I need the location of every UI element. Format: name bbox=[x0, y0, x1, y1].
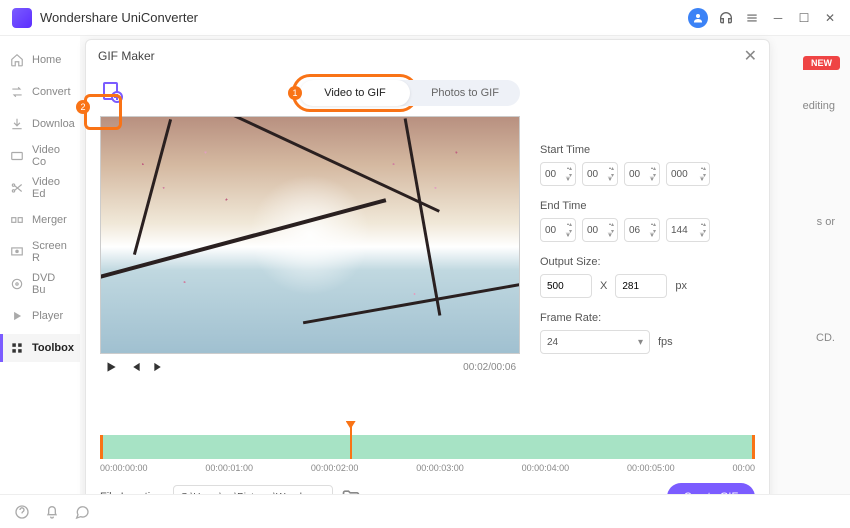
sidebar-item-label: Home bbox=[32, 54, 61, 66]
compress-icon bbox=[10, 149, 24, 163]
sidebar-item-label: Player bbox=[32, 310, 63, 322]
modal-title: GIF Maker bbox=[98, 49, 155, 63]
modal-header: GIF Maker ✕ bbox=[86, 40, 769, 72]
sidebar-item-label: DVD Bu bbox=[32, 272, 70, 296]
new-badge: NEW bbox=[803, 56, 840, 70]
sidebar-item-label: Convert bbox=[32, 86, 71, 98]
start-hour-spinner[interactable]: 00▴▾ bbox=[540, 162, 576, 186]
tab-group: Video to GIF Photos to GIF bbox=[300, 80, 520, 106]
sidebar: Home Convert Downloa Video Co Video Ed M… bbox=[0, 36, 80, 494]
hamburger-icon bbox=[745, 11, 759, 25]
sidebar-item-label: Video Ed bbox=[32, 176, 70, 200]
app-title: Wondershare UniConverter bbox=[40, 10, 198, 25]
sidebar-item-label: Video Co bbox=[32, 144, 70, 168]
timeline[interactable] bbox=[100, 435, 755, 459]
video-preview[interactable] bbox=[100, 116, 520, 354]
tab-photos-to-gif[interactable]: Photos to GIF bbox=[410, 80, 520, 106]
support-button[interactable] bbox=[718, 10, 734, 26]
person-icon bbox=[692, 12, 704, 24]
callout-badge-2: 2 bbox=[76, 100, 90, 114]
end-sec-spinner[interactable]: 06▴▾ bbox=[624, 218, 660, 242]
framerate-label: Frame Rate: bbox=[540, 312, 755, 324]
output-width-input[interactable] bbox=[540, 274, 592, 298]
notifications-button[interactable] bbox=[44, 504, 60, 520]
framerate-select[interactable]: 24 bbox=[540, 330, 650, 354]
sidebar-item-player[interactable]: Player bbox=[0, 302, 80, 330]
timeline-area: 00:00:00:00 00:00:01:00 00:00:02:00 00:0… bbox=[100, 435, 755, 473]
sidebar-item-label: Toolbox bbox=[32, 342, 74, 354]
merge-icon bbox=[10, 213, 24, 227]
tab-video-to-gif[interactable]: Video to GIF bbox=[300, 80, 410, 106]
titlebar: Wondershare UniConverter ─ ☐ ✕ bbox=[0, 0, 850, 36]
modal-close-button[interactable]: ✕ bbox=[744, 46, 757, 66]
sidebar-item-label: Merger bbox=[32, 214, 67, 226]
sidebar-item-label: Downloa bbox=[32, 118, 75, 130]
menu-button[interactable] bbox=[744, 10, 760, 26]
sidebar-item-merger[interactable]: Merger bbox=[0, 206, 80, 234]
sidebar-item-dvdburn[interactable]: DVD Bu bbox=[0, 270, 80, 298]
truncated-text: editing bbox=[803, 100, 835, 112]
play-button[interactable] bbox=[104, 360, 118, 374]
home-icon bbox=[10, 53, 24, 67]
bottombar bbox=[0, 494, 850, 528]
output-size-label: Output Size: bbox=[540, 256, 755, 268]
sidebar-item-videoedit[interactable]: Video Ed bbox=[0, 174, 80, 202]
sidebar-item-toolbox[interactable]: Toolbox bbox=[0, 334, 80, 362]
sidebar-item-videocompress[interactable]: Video Co bbox=[0, 142, 80, 170]
next-frame-button[interactable] bbox=[152, 360, 166, 374]
start-sec-spinner[interactable]: 00▴▾ bbox=[624, 162, 660, 186]
convert-icon bbox=[10, 85, 24, 99]
playhead[interactable] bbox=[350, 425, 352, 459]
timeline-ticks: 00:00:00:00 00:00:01:00 00:00:02:00 00:0… bbox=[100, 463, 755, 473]
feedback-button[interactable] bbox=[74, 504, 90, 520]
app-logo bbox=[12, 8, 32, 28]
start-time-label: Start Time bbox=[540, 144, 755, 156]
end-min-spinner[interactable]: 00▴▾ bbox=[582, 218, 618, 242]
maximize-button[interactable]: ☐ bbox=[796, 10, 812, 26]
sidebar-item-home[interactable]: Home bbox=[0, 46, 80, 74]
settings-panel: Start Time 00▴▾ 00▴▾ 00▴▾ 000▴▾ End Time… bbox=[540, 116, 755, 429]
callout-badge-1: 1 bbox=[288, 86, 302, 100]
content-area: NEW editing s or CD. GIF Maker ✕ 2 1 V bbox=[80, 36, 850, 494]
truncated-text: s or bbox=[817, 216, 835, 228]
truncated-text: CD. bbox=[816, 332, 835, 344]
disc-icon bbox=[10, 277, 24, 291]
grid-icon bbox=[10, 341, 24, 355]
end-time-label: End Time bbox=[540, 200, 755, 212]
sidebar-item-screenrec[interactable]: Screen R bbox=[0, 238, 80, 266]
start-ms-spinner[interactable]: 000▴▾ bbox=[666, 162, 710, 186]
px-label: px bbox=[675, 280, 687, 292]
user-avatar[interactable] bbox=[688, 8, 708, 28]
end-ms-spinner[interactable]: 144▴▾ bbox=[666, 218, 710, 242]
add-file-icon bbox=[100, 80, 124, 104]
sidebar-item-convert[interactable]: Convert bbox=[0, 78, 80, 106]
headset-icon bbox=[718, 10, 734, 26]
play-icon bbox=[10, 309, 24, 323]
player-timecode: 00:02/00:06 bbox=[463, 362, 516, 373]
sidebar-item-label: Screen R bbox=[32, 240, 70, 264]
start-min-spinner[interactable]: 00▴▾ bbox=[582, 162, 618, 186]
add-file-button[interactable] bbox=[100, 80, 124, 104]
record-icon bbox=[10, 245, 24, 259]
close-button[interactable]: ✕ bbox=[822, 10, 838, 26]
scissors-icon bbox=[10, 181, 24, 195]
help-button[interactable] bbox=[14, 504, 30, 520]
end-hour-spinner[interactable]: 00▴▾ bbox=[540, 218, 576, 242]
sidebar-item-download[interactable]: Downloa bbox=[0, 110, 80, 138]
fps-label: fps bbox=[658, 336, 673, 348]
download-icon bbox=[10, 117, 24, 131]
minimize-button[interactable]: ─ bbox=[770, 10, 786, 26]
gif-maker-modal: GIF Maker ✕ 2 1 Video to GIF Photos to G… bbox=[85, 39, 770, 524]
by-label: X bbox=[600, 280, 607, 292]
player-controls: 00:02/00:06 bbox=[100, 354, 520, 380]
output-height-input[interactable] bbox=[615, 274, 667, 298]
prev-frame-button[interactable] bbox=[128, 360, 142, 374]
